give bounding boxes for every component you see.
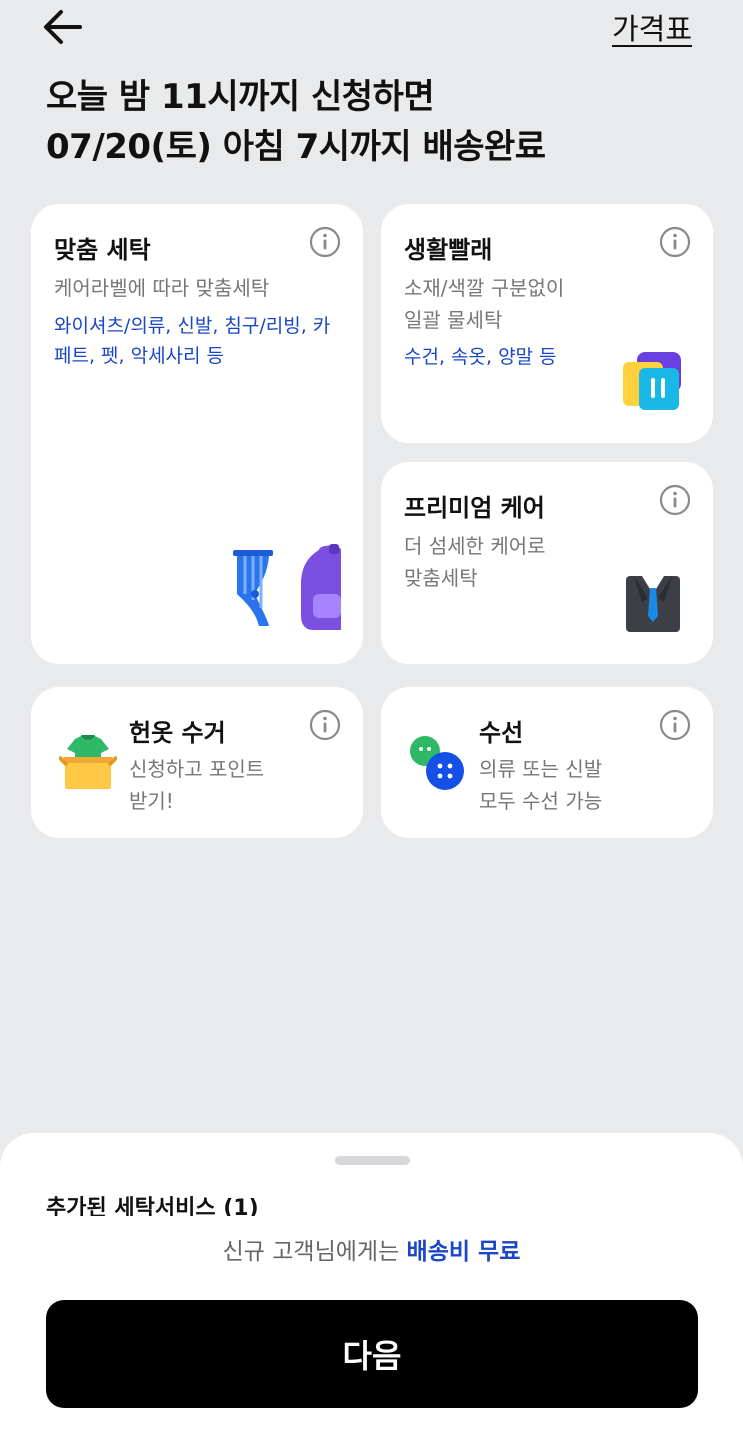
back-button[interactable] (40, 6, 86, 48)
headline-line-2: 07/20(토) 아침 7시까지 배송완료 (46, 127, 546, 167)
tags-line-1: 와이셔츠/의류, 신발, 침구/리빙, 카 (54, 315, 331, 337)
card-title: 헌옷 수거 (129, 719, 226, 747)
old-clothes-pickup-card[interactable]: 헌옷 수거 신청하고 포인트 받기! (31, 687, 363, 838)
card-title: 프리미엄 케어 (404, 494, 545, 522)
desc-line-1: 신청하고 포인트 (129, 757, 265, 781)
free-delivery-promo: 신규 고객님에게는 배송비 무료 (0, 1232, 743, 1266)
added-services-title: 추가된 세탁서비스 (1) (46, 1192, 706, 1216)
promo-text: 신규 고객님에게는 (222, 1239, 400, 1265)
back-arrow-icon (44, 10, 82, 44)
custom-wash-card[interactable]: 맞춤 세탁 케어라벨에 따라 맞춤세탁 와이셔츠/의류, 신발, 침구/리빙, … (31, 204, 363, 664)
desc-line-2: 맞춤세탁 (404, 566, 478, 590)
card-title: 맞춤 세탁 (54, 236, 151, 264)
clothes-box-icon (59, 735, 117, 789)
card-description: 의류 또는 신발 모두 수선 가능 (479, 753, 602, 817)
card-description: 케어라벨에 따라 맞춤세탁 (54, 276, 270, 300)
sheet-drag-handle[interactable] (335, 1156, 410, 1165)
tags-line-2: 페트, 펫, 악세사리 등 (54, 345, 225, 367)
delivery-headline: 오늘 밤 11시까지 신청하면 07/20(토) 아침 7시까지 배송완료 (46, 72, 546, 172)
desc-line-1: 소재/색깔 구분없이 (404, 276, 565, 300)
card-description: 소재/색깔 구분없이 일괄 물세탁 (404, 272, 564, 336)
card-description: 더 섬세한 케어로 맞춤세탁 (404, 530, 546, 594)
backpack-icon (301, 544, 341, 630)
card-title: 수선 (479, 719, 524, 747)
info-icon[interactable] (659, 484, 691, 516)
price-table-link[interactable]: 가격표 (612, 6, 692, 48)
buttons-icon (410, 736, 464, 790)
promo-highlight: 배송비 무료 (406, 1239, 521, 1265)
desc-line-1: 더 섬세한 케어로 (404, 534, 546, 558)
repair-card[interactable]: 수선 의류 또는 신발 모두 수선 가능 (381, 687, 713, 838)
card-tags: 와이셔츠/의류, 신발, 침구/리빙, 카 페트, 펫, 악세사리 등 (54, 311, 330, 371)
info-icon[interactable] (659, 709, 691, 741)
info-icon[interactable] (309, 709, 341, 741)
desc-line-2: 일괄 물세탁 (404, 308, 503, 332)
card-title: 생활빨래 (404, 236, 493, 264)
next-button-label: 다음 (342, 1337, 402, 1375)
daily-laundry-card[interactable]: 생활빨래 소재/색깔 구분없이 일괄 물세탁 수건, 속옷, 양말 등 (381, 204, 713, 443)
card-description: 신청하고 포인트 받기! (129, 753, 264, 817)
desc-line-2: 모두 수선 가능 (479, 789, 603, 813)
info-icon[interactable] (659, 226, 691, 258)
laundry-basket-icon (623, 352, 681, 410)
premium-care-card[interactable]: 프리미엄 케어 더 섬세한 케어로 맞춤세탁 (381, 462, 713, 664)
next-button[interactable]: 다음 (46, 1300, 698, 1408)
added-services-text: 추가된 세탁서비스 (1) (46, 1196, 259, 1216)
desc-line-2: 받기! (129, 789, 174, 813)
desc-line-1: 의류 또는 신발 (479, 757, 603, 781)
headline-line-1: 오늘 밤 11시까지 신청하면 (46, 77, 435, 117)
curtain-icon (233, 550, 273, 626)
card-tags: 수건, 속옷, 양말 등 (404, 346, 557, 368)
suit-icon (626, 576, 680, 632)
info-icon[interactable] (309, 226, 341, 258)
